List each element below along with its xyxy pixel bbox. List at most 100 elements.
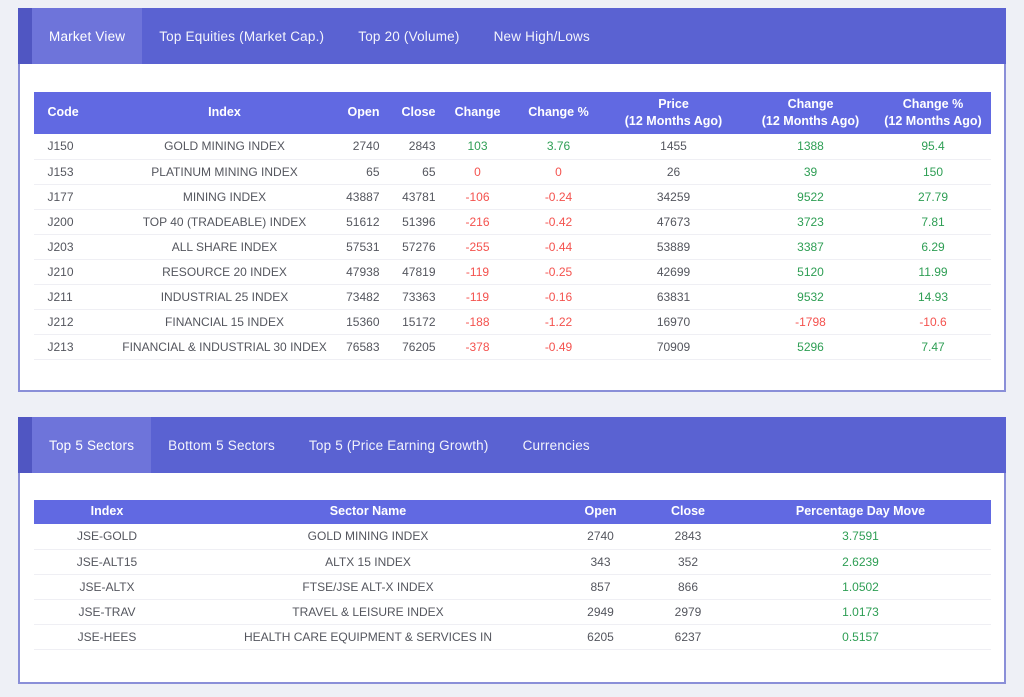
tabbar-lead-strip — [18, 8, 32, 64]
cell: 0 — [516, 159, 602, 184]
cell: -0.16 — [516, 284, 602, 309]
table-row: J211INDUSTRIAL 25 INDEX7348273363-119-0.… — [34, 284, 991, 309]
cell: GOLD MINING INDEX — [181, 524, 556, 549]
column-header-close: Close — [646, 500, 731, 524]
cell: -0.24 — [516, 184, 602, 209]
cell: 1.0502 — [731, 574, 991, 599]
cell: 9522 — [746, 184, 876, 209]
cell: 5120 — [746, 259, 876, 284]
cell: J213 — [34, 334, 116, 359]
cell: 42699 — [602, 259, 746, 284]
cell: -255 — [440, 234, 516, 259]
cell: GOLD MINING INDEX — [116, 134, 334, 159]
table-row: JSE-TRAVTRAVEL & LEISURE INDEX294929791.… — [34, 599, 991, 624]
tab-top-5-sectors[interactable]: Top 5 Sectors — [32, 417, 151, 473]
table-row: J177MINING INDEX4388743781-106-0.2434259… — [34, 184, 991, 209]
table-row: J150GOLD MINING INDEX274028431033.761455… — [34, 134, 991, 159]
cell: RESOURCE 20 INDEX — [116, 259, 334, 284]
cell: 57531 — [334, 234, 384, 259]
cell: -0.25 — [516, 259, 602, 284]
cell: 3387 — [746, 234, 876, 259]
cell: FTSE/JSE ALT-X INDEX — [181, 574, 556, 599]
cell: 47819 — [384, 259, 440, 284]
tabbar-lead-strip — [18, 417, 32, 473]
table-row: JSE-GOLDGOLD MINING INDEX274028433.7591 — [34, 524, 991, 549]
table-row: J212FINANCIAL 15 INDEX1536015172-188-1.2… — [34, 309, 991, 334]
cell: 352 — [646, 549, 731, 574]
top-sectors-table: IndexSector NameOpenClosePercentage Day … — [34, 500, 991, 650]
table-row: J153PLATINUM MINING INDEX6565002639150 — [34, 159, 991, 184]
market-view-panel: Market ViewTop Equities (Market Cap.)Top… — [18, 8, 1006, 392]
cell: 73363 — [384, 284, 440, 309]
tab-new-high-lows[interactable]: New High/Lows — [477, 8, 607, 64]
tab-top-equities-market-cap[interactable]: Top Equities (Market Cap.) — [142, 8, 341, 64]
cell: 14.93 — [876, 284, 991, 309]
cell: FINANCIAL & INDUSTRIAL 30 INDEX — [116, 334, 334, 359]
cell: J153 — [34, 159, 116, 184]
cell: 150 — [876, 159, 991, 184]
cell: 343 — [556, 549, 646, 574]
column-header-change: Change % — [516, 92, 602, 134]
cell: 0 — [440, 159, 516, 184]
cell: 857 — [556, 574, 646, 599]
cell: 47673 — [602, 209, 746, 234]
column-header-price: Price (12 Months Ago) — [602, 92, 746, 134]
table-row: J213FINANCIAL & INDUSTRIAL 30 INDEX76583… — [34, 334, 991, 359]
cell: JSE-TRAV — [34, 599, 181, 624]
column-header-sector-name: Sector Name — [181, 500, 556, 524]
cell: 7.47 — [876, 334, 991, 359]
cell: 53889 — [602, 234, 746, 259]
cell: 27.79 — [876, 184, 991, 209]
cell: -1.22 — [516, 309, 602, 334]
cell: -0.42 — [516, 209, 602, 234]
column-header-change: Change % (12 Months Ago) — [876, 92, 991, 134]
table-row: J200TOP 40 (TRADEABLE) INDEX5161251396-2… — [34, 209, 991, 234]
column-header-index: Index — [116, 92, 334, 134]
cell: JSE-GOLD — [34, 524, 181, 549]
table-row: JSE-ALT15ALTX 15 INDEX3433522.6239 — [34, 549, 991, 574]
cell: 2740 — [334, 134, 384, 159]
cell: 70909 — [602, 334, 746, 359]
header-row: IndexSector NameOpenClosePercentage Day … — [34, 500, 991, 524]
market-view-tabbar: Market ViewTop Equities (Market Cap.)Top… — [18, 8, 1006, 64]
table-row: J210RESOURCE 20 INDEX4793847819-119-0.25… — [34, 259, 991, 284]
indices-table: CodeIndexOpenCloseChangeChange %Price (1… — [34, 92, 991, 360]
cell: 11.99 — [876, 259, 991, 284]
cell: JSE-ALT15 — [34, 549, 181, 574]
cell: 1388 — [746, 134, 876, 159]
cell: 76583 — [334, 334, 384, 359]
tab-top-5-price-earning-growth[interactable]: Top 5 (Price Earning Growth) — [292, 417, 506, 473]
cell: 3.7591 — [731, 524, 991, 549]
cell: 866 — [646, 574, 731, 599]
cell: 76205 — [384, 334, 440, 359]
tab-currencies[interactable]: Currencies — [506, 417, 607, 473]
tab-top-20-volume[interactable]: Top 20 (Volume) — [341, 8, 476, 64]
tab-bottom-5-sectors[interactable]: Bottom 5 Sectors — [151, 417, 292, 473]
cell: 57276 — [384, 234, 440, 259]
cell: 73482 — [334, 284, 384, 309]
column-header-index: Index — [34, 500, 181, 524]
cell: 16970 — [602, 309, 746, 334]
cell: 51612 — [334, 209, 384, 234]
cell: 65 — [334, 159, 384, 184]
column-header-code: Code — [34, 92, 116, 134]
cell: 2740 — [556, 524, 646, 549]
cell: J212 — [34, 309, 116, 334]
cell: 2843 — [384, 134, 440, 159]
cell: 7.81 — [876, 209, 991, 234]
cell: INDUSTRIAL 25 INDEX — [116, 284, 334, 309]
cell: 43887 — [334, 184, 384, 209]
column-header-close: Close — [384, 92, 440, 134]
sectors-tabbar: Top 5 SectorsBottom 5 SectorsTop 5 (Pric… — [18, 417, 1006, 473]
cell: 6205 — [556, 624, 646, 649]
cell: TOP 40 (TRADEABLE) INDEX — [116, 209, 334, 234]
tab-market-view[interactable]: Market View — [32, 8, 142, 64]
cell: 2979 — [646, 599, 731, 624]
cell: J203 — [34, 234, 116, 259]
cell: JSE-ALTX — [34, 574, 181, 599]
cell: -188 — [440, 309, 516, 334]
table-row: J203ALL SHARE INDEX5753157276-255-0.4453… — [34, 234, 991, 259]
cell: 63831 — [602, 284, 746, 309]
cell: 47938 — [334, 259, 384, 284]
cell: -216 — [440, 209, 516, 234]
